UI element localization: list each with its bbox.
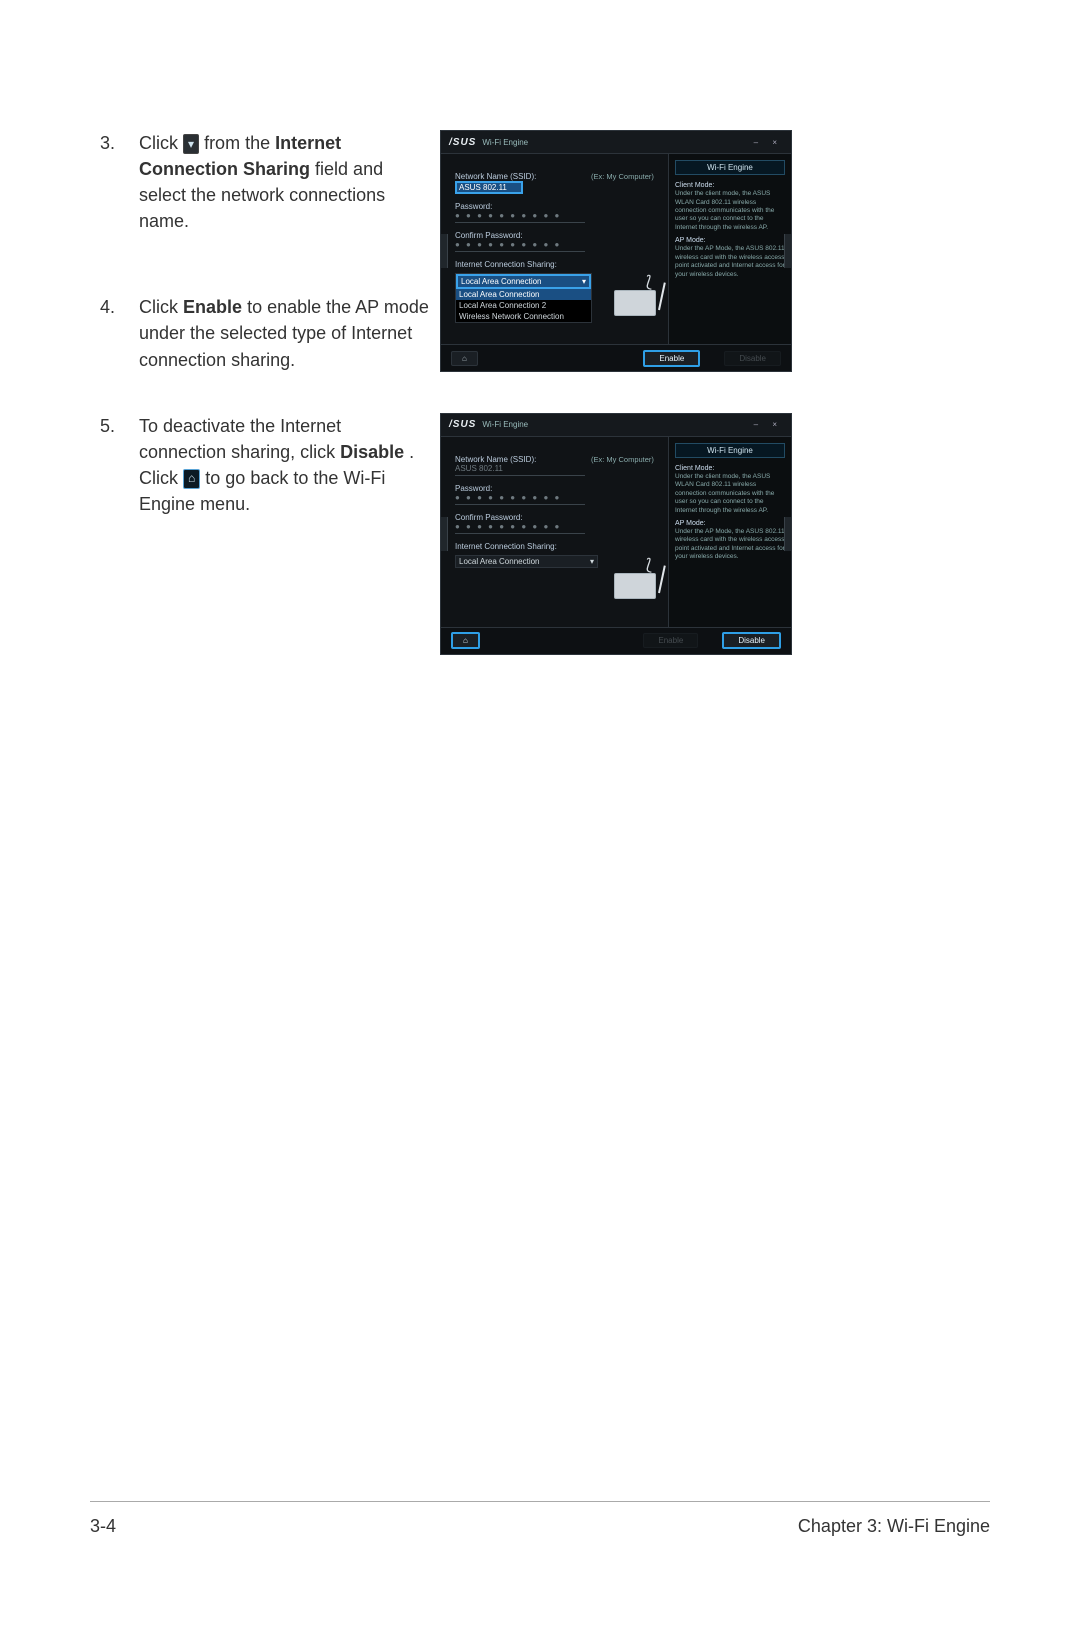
button-bar: ⌂ Enable Disable — [441, 344, 791, 371]
router-image: ⟅ — [614, 559, 662, 599]
screenshot-1: /SUS Wi-Fi Engine – × Network Name (SSID… — [430, 130, 990, 372]
caret-icon: ▾ — [590, 557, 594, 566]
step-number: 4. — [100, 294, 134, 320]
right-handle[interactable] — [784, 517, 791, 551]
ssid-example: (Ex: My Computer) — [591, 455, 654, 464]
page-footer: 3-4 Chapter 3: Wi-Fi Engine — [90, 1501, 990, 1537]
ics-dropdown[interactable]: Local Area Connection ▾ — [455, 555, 598, 568]
client-mode-text: Under the client mode, the ASUS WLAN Car… — [675, 473, 785, 515]
chapter-label: Chapter 3: Wi-Fi Engine — [798, 1516, 990, 1537]
step-number: 5. — [100, 413, 134, 439]
ap-mode-text: Under the AP Mode, the ASUS 802.11 wirel… — [675, 528, 785, 562]
enable-button[interactable]: Enable — [643, 350, 700, 367]
ics-label: Internet Connection Sharing: — [455, 260, 658, 269]
button-bar: ⌂ Enable Disable — [441, 627, 791, 654]
ics-option[interactable]: Local Area Connection 2 — [456, 300, 591, 311]
window-title: Wi-Fi Engine — [482, 420, 528, 429]
title-bar: /SUS Wi-Fi Engine – × — [441, 131, 791, 154]
step-3-text: 3. Click ▾ from the Internet Connection … — [100, 130, 430, 373]
disable-button[interactable]: Disable — [722, 632, 781, 649]
confirm-label: Confirm Password: — [455, 231, 658, 240]
client-mode-title: Client Mode: — [675, 464, 785, 473]
password-value[interactable]: ● ● ● ● ● ● ● ● ● ● — [455, 493, 585, 505]
ap-mode-text: Under the AP Mode, the ASUS 802.11 wirel… — [675, 245, 785, 279]
confirm-value[interactable]: ● ● ● ● ● ● ● ● ● ● — [455, 240, 585, 252]
dropdown-caret-icon: ▾ — [183, 134, 199, 154]
screenshot-2: /SUS Wi-Fi Engine – × Network Name (SSID… — [430, 413, 990, 655]
home-button[interactable]: ⌂ — [451, 632, 480, 649]
step-5-text: 5. To deactivate the Internet connection… — [100, 413, 430, 517]
step-number: 3. — [100, 130, 134, 156]
right-handle[interactable] — [784, 234, 791, 268]
ics-selected: Local Area Connection — [459, 557, 540, 566]
disable-button[interactable]: Disable — [724, 351, 781, 366]
page-number: 3-4 — [90, 1516, 116, 1537]
window-controls[interactable]: – × — [754, 138, 783, 147]
client-mode-text: Under the client mode, the ASUS WLAN Car… — [675, 190, 785, 232]
ics-option[interactable]: Local Area Connection — [456, 289, 591, 300]
password-value[interactable]: ● ● ● ● ● ● ● ● ● ● — [455, 211, 585, 223]
step-body: To deactivate the Internet connection sh… — [139, 413, 429, 517]
step-5-row: 5. To deactivate the Internet connection… — [100, 413, 990, 655]
ssid-example: (Ex: My Computer) — [591, 172, 654, 181]
title-bar: /SUS Wi-Fi Engine – × — [441, 414, 791, 437]
brand-logo: /SUS — [449, 137, 476, 148]
enable-button[interactable]: Enable — [643, 633, 698, 648]
router-image: ⟅ — [614, 276, 662, 316]
wifi-engine-window: /SUS Wi-Fi Engine – × Network Name (SSID… — [440, 413, 792, 655]
form-area: Network Name (SSID): ASUS 802.11 (Ex: My… — [441, 437, 668, 627]
step-body: Click ▾ from the Internet Connection Sha… — [139, 130, 429, 234]
ics-dropdown-open[interactable]: Local Area Connection ▾ Local Area Conne… — [455, 273, 592, 323]
window-title: Wi-Fi Engine — [482, 138, 528, 147]
brand-logo: /SUS — [449, 419, 476, 430]
window-controls[interactable]: – × — [754, 420, 783, 429]
ap-mode-title: AP Mode: — [675, 236, 785, 245]
step-3-row: 3. Click ▾ from the Internet Connection … — [100, 130, 990, 373]
ics-option[interactable]: Wireless Network Connection — [456, 311, 591, 322]
home-button[interactable]: ⌂ — [451, 351, 478, 366]
confirm-label: Confirm Password: — [455, 513, 658, 522]
confirm-value[interactable]: ● ● ● ● ● ● ● ● ● ● — [455, 522, 585, 534]
ssid-value[interactable]: ASUS 802.11 — [455, 464, 585, 476]
side-panel: Wi-Fi Engine Client Mode: Under the clie… — [668, 437, 791, 627]
client-mode-title: Client Mode: — [675, 181, 785, 190]
home-icon: ⌂ — [183, 469, 200, 489]
password-label: Password: — [455, 202, 658, 211]
side-header: Wi-Fi Engine — [675, 443, 785, 458]
step-body: Click Enable to enable the AP mode under… — [139, 294, 429, 372]
ics-label: Internet Connection Sharing: — [455, 542, 658, 551]
ap-mode-title: AP Mode: — [675, 519, 785, 528]
form-area: Network Name (SSID): ASUS 802.11 (Ex: My… — [441, 154, 668, 344]
ics-selected: Local Area Connection — [461, 277, 542, 286]
side-header: Wi-Fi Engine — [675, 160, 785, 175]
document-page: 3. Click ▾ from the Internet Connection … — [0, 0, 1080, 1627]
wifi-engine-window: /SUS Wi-Fi Engine – × Network Name (SSID… — [440, 130, 792, 372]
side-panel: Wi-Fi Engine Client Mode: Under the clie… — [668, 154, 791, 344]
password-label: Password: — [455, 484, 658, 493]
caret-icon: ▾ — [582, 277, 586, 286]
ssid-value[interactable]: ASUS 802.11 — [455, 181, 523, 194]
